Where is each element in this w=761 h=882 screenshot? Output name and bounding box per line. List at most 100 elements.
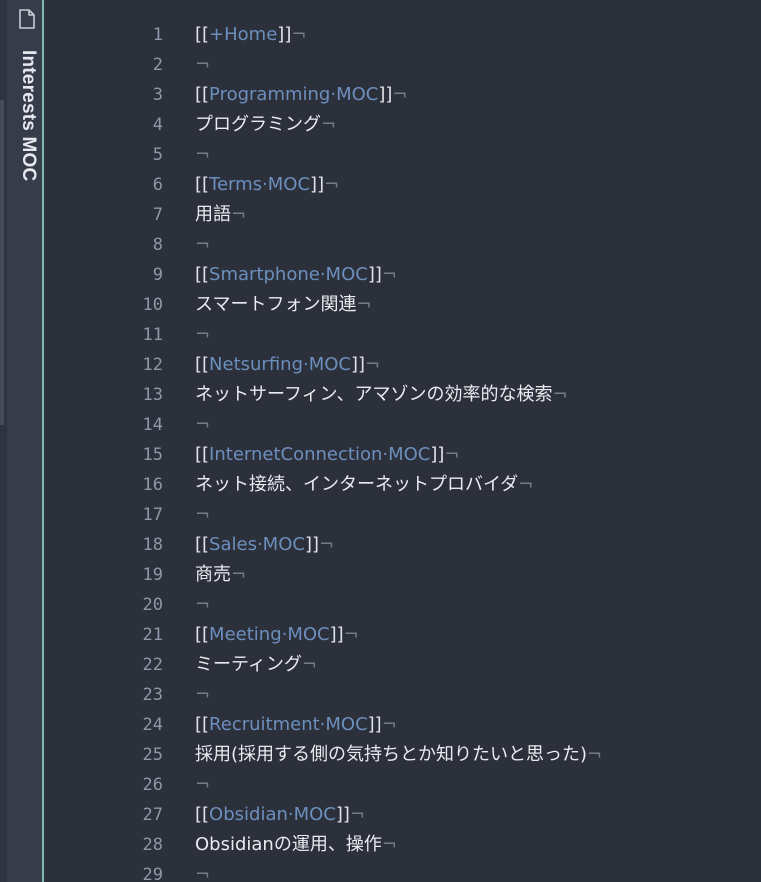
editor-line[interactable]: 29 ¬ <box>46 860 761 882</box>
line-content[interactable]: 採用(採用する側の気持ちとか知りたいと思った)¬ <box>195 740 602 770</box>
line-content[interactable]: ¬ <box>195 770 210 800</box>
editor-line[interactable]: 4 プログラミング¬ <box>46 110 761 140</box>
end-of-line-marker: ¬ <box>587 744 603 765</box>
sidebar-scrollbar[interactable] <box>0 100 4 425</box>
internal-link[interactable]: Terms·MOC <box>209 174 310 195</box>
end-of-line-marker: ¬ <box>356 294 372 315</box>
end-of-line-marker: ¬ <box>195 684 211 705</box>
line-number: 29 <box>142 865 163 882</box>
line-content[interactable]: [[Programming·MOC]]¬ <box>195 80 408 110</box>
line-number: 3 <box>152 85 163 105</box>
internal-link[interactable]: Meeting·MOC <box>209 624 330 645</box>
editor-line[interactable]: 16 ネット接続、インターネットプロバイダ¬ <box>46 470 761 500</box>
internal-link[interactable]: Smartphone·MOC <box>209 264 368 285</box>
line-number: 6 <box>152 175 163 195</box>
line-content[interactable]: ¬ <box>195 230 210 260</box>
line-number: 28 <box>142 835 163 855</box>
editor-line[interactable]: 11 ¬ <box>46 320 761 350</box>
line-content[interactable]: [[Netsurfing·MOC]]¬ <box>195 350 380 380</box>
editor-line[interactable]: 27 [[Obsidian·MOC]]¬ <box>46 800 761 830</box>
line-number: 18 <box>142 535 163 555</box>
line-number: 27 <box>142 805 163 825</box>
editor-line[interactable]: 23 ¬ <box>46 680 761 710</box>
editor-line[interactable]: 2 ¬ <box>46 50 761 80</box>
editor-line[interactable]: 12 [[Netsurfing·MOC]]¬ <box>46 350 761 380</box>
line-content[interactable]: ¬ <box>195 410 210 440</box>
link-open-bracket: [[ <box>195 624 210 645</box>
editor-line[interactable]: 19 商売¬ <box>46 560 761 590</box>
line-content[interactable]: [[Sales·MOC]]¬ <box>195 530 334 560</box>
editor-line[interactable]: 14 ¬ <box>46 410 761 440</box>
end-of-line-marker: ¬ <box>321 114 337 135</box>
end-of-line-marker: ¬ <box>444 444 460 465</box>
editor-line[interactable]: 10 スマートフォン関連¬ <box>46 290 761 320</box>
line-content[interactable]: [[Smartphone·MOC]]¬ <box>195 260 397 290</box>
line-content[interactable]: ネット接続、インターネットプロバイダ¬ <box>195 470 533 500</box>
line-number: 5 <box>152 145 163 165</box>
internal-link[interactable]: Sales·MOC <box>209 534 305 555</box>
line-number: 11 <box>142 325 163 345</box>
editor-line[interactable]: 9 [[Smartphone·MOC]]¬ <box>46 260 761 290</box>
line-content[interactable]: [[Recruitment·MOC]]¬ <box>195 710 397 740</box>
line-number: 7 <box>152 205 163 225</box>
editor-line[interactable]: 17 ¬ <box>46 500 761 530</box>
link-open-bracket: [[ <box>195 174 210 195</box>
editor-line[interactable]: 26 ¬ <box>46 770 761 800</box>
editor-line[interactable]: 1 [[+Home]]¬ <box>46 20 761 50</box>
line-content[interactable]: ネットサーフィン、アマゾンの効率的な検索¬ <box>195 380 568 410</box>
line-number: 9 <box>152 265 163 285</box>
line-number: 2 <box>152 55 163 75</box>
internal-link[interactable]: Recruitment·MOC <box>209 714 368 735</box>
link-close-bracket: ]] <box>367 714 382 735</box>
internal-link[interactable]: Obsidian·MOC <box>209 804 336 825</box>
editor-line[interactable]: 13 ネットサーフィン、アマゾンの効率的な検索¬ <box>46 380 761 410</box>
editor-line[interactable]: 7 用語¬ <box>46 200 761 230</box>
line-content[interactable]: [[Meeting·MOC]]¬ <box>195 620 359 650</box>
editor-line[interactable]: 20 ¬ <box>46 590 761 620</box>
internal-link[interactable]: InternetConnection·MOC <box>209 444 430 465</box>
line-content[interactable]: ¬ <box>195 500 210 530</box>
editor-line[interactable]: 25 採用(採用する側の気持ちとか知りたいと思った)¬ <box>46 740 761 770</box>
file-icon[interactable] <box>16 8 38 30</box>
line-content[interactable]: ¬ <box>195 140 210 170</box>
line-content[interactable]: Obsidianの運用、操作¬ <box>195 830 397 860</box>
line-content[interactable]: [[+Home]]¬ <box>195 20 306 50</box>
line-content[interactable]: 用語¬ <box>195 200 246 230</box>
link-open-bracket: [[ <box>195 714 210 735</box>
internal-link[interactable]: Netsurfing·MOC <box>209 354 351 375</box>
line-number: 15 <box>142 445 163 465</box>
link-open-bracket: [[ <box>195 354 210 375</box>
line-number: 20 <box>142 595 163 615</box>
internal-link[interactable]: +Home <box>209 24 277 45</box>
end-of-line-marker: ¬ <box>301 654 318 675</box>
editor-line[interactable]: 15 [[InternetConnection·MOC]]¬ <box>46 440 761 470</box>
line-number: 10 <box>142 295 163 315</box>
line-content[interactable]: プログラミング¬ <box>195 110 336 140</box>
line-content[interactable]: ¬ <box>195 680 210 710</box>
editor-pane[interactable]: 1 [[+Home]]¬ 2 ¬ 3 [[Programming·MOC]]¬ 4 プログラミ… <box>46 0 761 882</box>
line-content[interactable]: [[Obsidian·MOC]]¬ <box>195 800 365 830</box>
editor-line[interactable]: 6 [[Terms·MOC]]¬ <box>46 170 761 200</box>
editor-line[interactable]: 24 [[Recruitment·MOC]]¬ <box>46 710 761 740</box>
link-close-bracket: ]] <box>430 444 445 465</box>
link-close-bracket: ]] <box>378 84 393 105</box>
line-content[interactable]: [[InternetConnection·MOC]]¬ <box>195 440 460 470</box>
editor-line[interactable]: 3 [[Programming·MOC]]¬ <box>46 80 761 110</box>
editor-line[interactable]: 8 ¬ <box>46 230 761 260</box>
editor-line[interactable]: 22 ミーティング¬ <box>46 650 761 680</box>
line-content[interactable]: 商売¬ <box>195 560 246 590</box>
line-content[interactable]: ¬ <box>195 50 210 80</box>
tab-interests-moc[interactable]: Interests MOC <box>17 50 39 181</box>
editor-line[interactable]: 5 ¬ <box>46 140 761 170</box>
internal-link[interactable]: Programming·MOC <box>209 84 378 105</box>
editor-line[interactable]: 28 Obsidianの運用、操作¬ <box>46 830 761 860</box>
editor-line[interactable]: 21 [[Meeting·MOC]]¬ <box>46 620 761 650</box>
line-content[interactable]: ¬ <box>195 860 210 882</box>
line-content[interactable]: ¬ <box>195 320 210 350</box>
line-content[interactable]: ¬ <box>195 590 210 620</box>
line-content[interactable]: スマートフォン関連¬ <box>195 290 372 320</box>
line-content[interactable]: ミーティング¬ <box>195 650 317 680</box>
editor-line[interactable]: 18 [[Sales·MOC]]¬ <box>46 530 761 560</box>
end-of-line-marker: ¬ <box>552 384 568 405</box>
line-content[interactable]: [[Terms·MOC]]¬ <box>195 170 339 200</box>
